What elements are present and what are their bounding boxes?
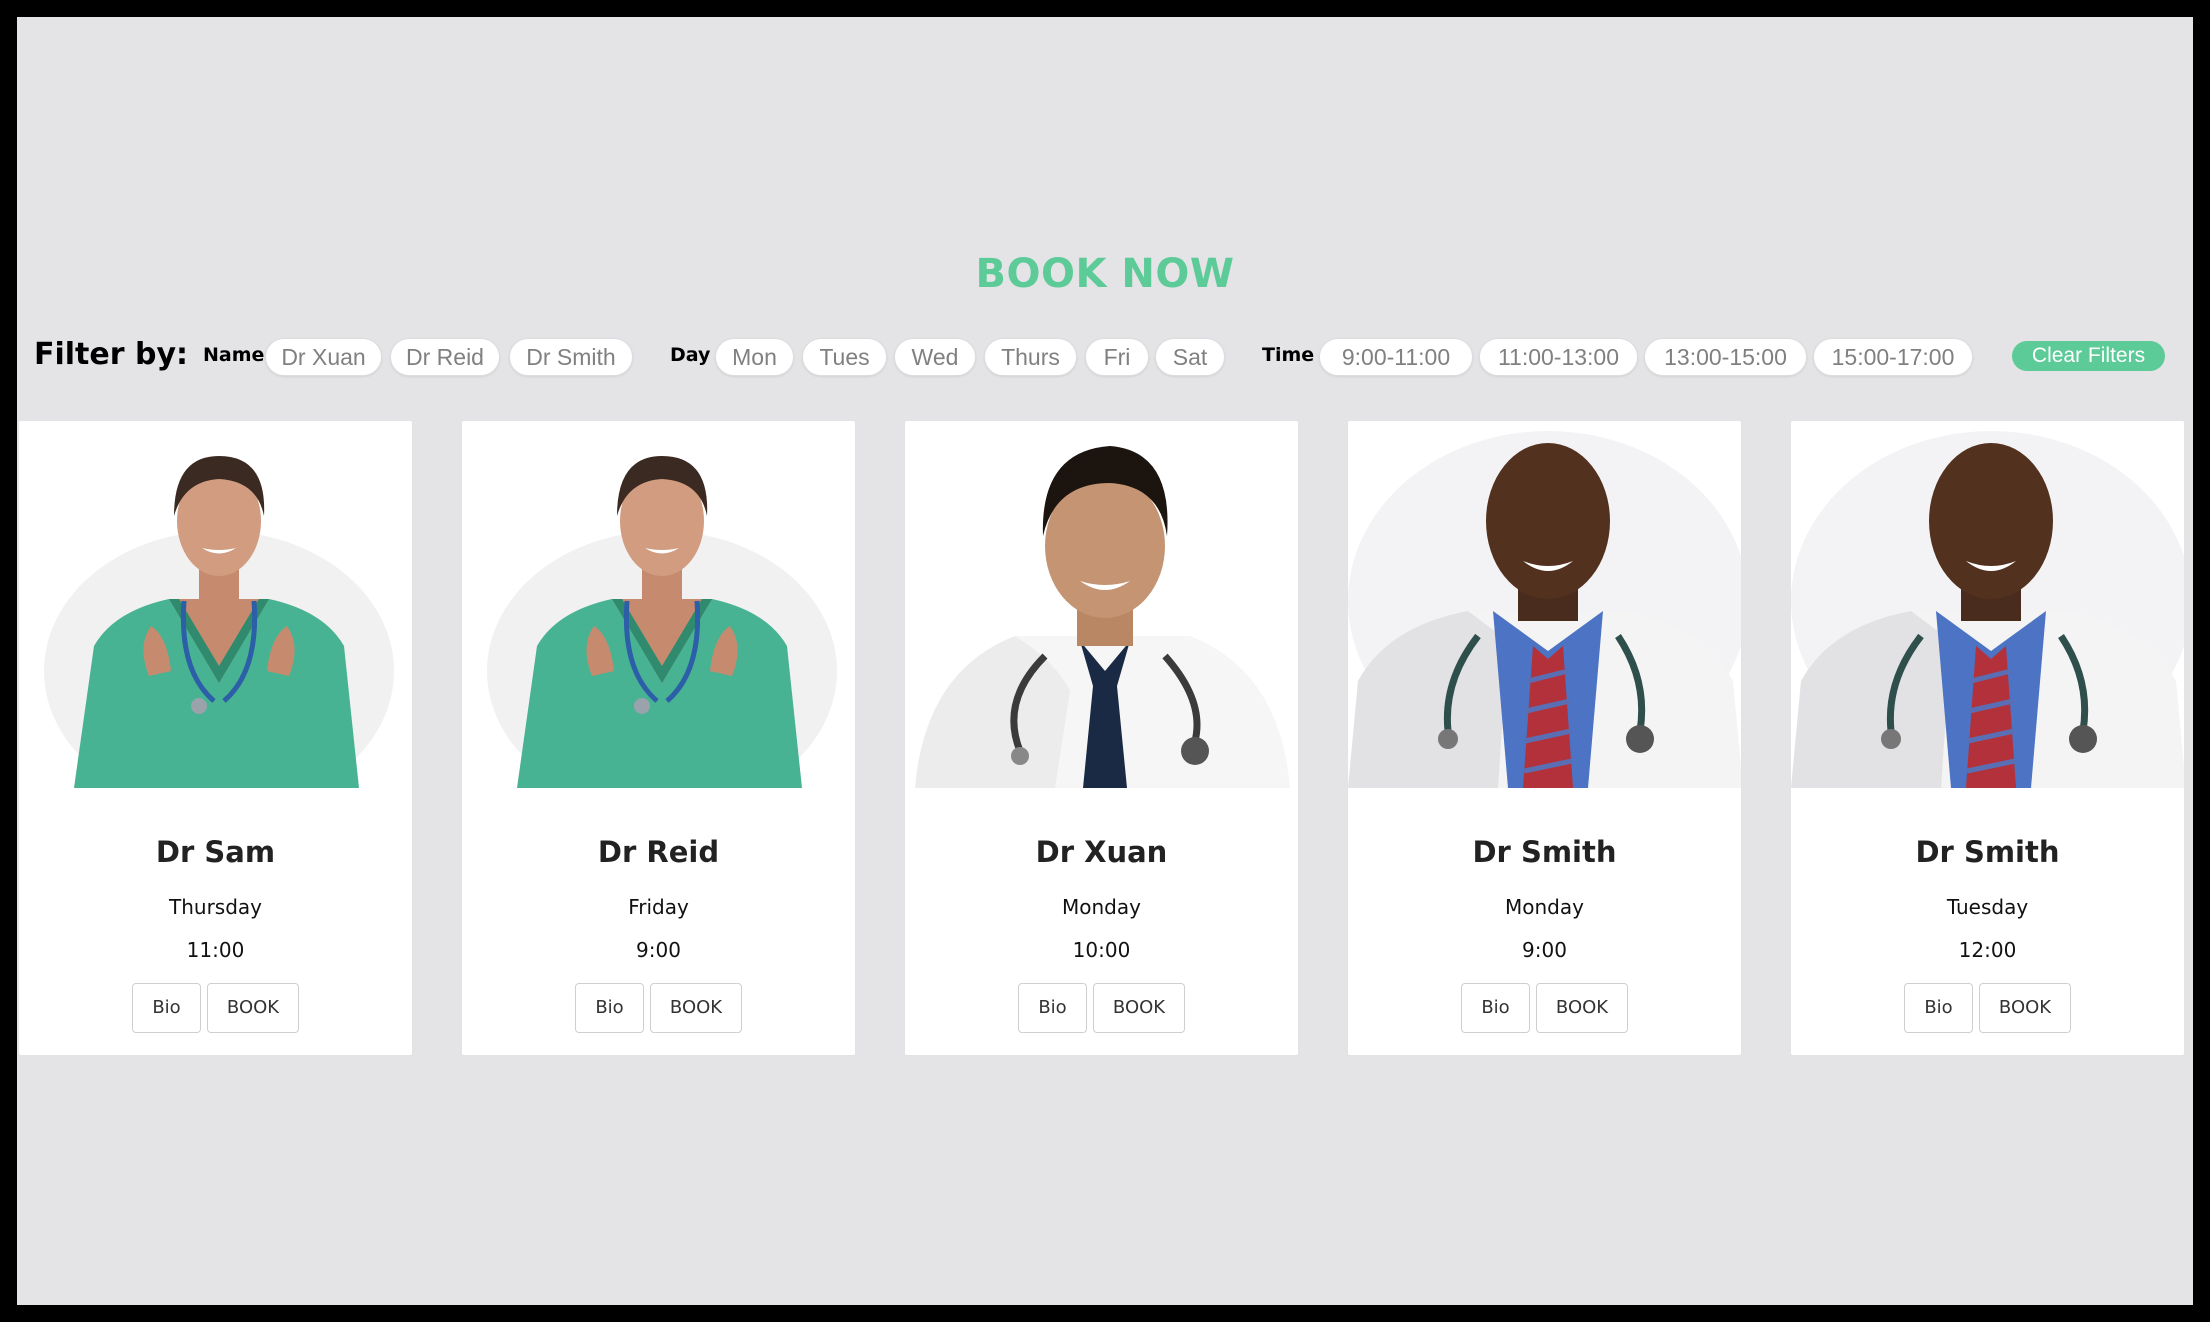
filter-chip-time-15-17[interactable]: 15:00-17:00 — [1813, 338, 1973, 376]
doctor-photo — [19, 421, 412, 788]
bio-button[interactable]: Bio — [132, 983, 201, 1033]
book-button[interactable]: BOOK — [1979, 983, 2071, 1033]
doctor-name: Dr Smith — [1472, 835, 1617, 869]
filter-chip-time-13-15[interactable]: 13:00-15:00 — [1644, 338, 1807, 376]
bio-button[interactable]: Bio — [1461, 983, 1530, 1033]
card-actions: Bio BOOK — [1791, 983, 2184, 1033]
doctor-photo — [462, 421, 855, 788]
filter-chip-time-11-13[interactable]: 11:00-13:00 — [1479, 338, 1638, 376]
book-button[interactable]: BOOK — [1536, 983, 1628, 1033]
filter-chip-day-mon[interactable]: Mon — [715, 338, 794, 376]
filter-chip-day-wed[interactable]: Wed — [894, 338, 976, 376]
doctor-time: 10:00 — [1072, 938, 1131, 962]
doctor-photo — [905, 421, 1298, 788]
doctor-day: Thursday — [169, 895, 262, 919]
doctor-card: Dr Reid Friday 9:00 Bio BOOK — [461, 420, 856, 1056]
filter-chip-name-dr-xuan[interactable]: Dr Xuan — [265, 338, 382, 376]
doctor-day: Monday — [1505, 895, 1584, 919]
filter-chip-day-thurs[interactable]: Thurs — [984, 338, 1077, 376]
filter-chip-name-dr-smith[interactable]: Dr Smith — [509, 338, 633, 376]
doctor-time: 9:00 — [1522, 938, 1567, 962]
clear-filters-button[interactable]: Clear Filters — [2012, 341, 2165, 371]
doctor-time: 9:00 — [636, 938, 681, 962]
doctor-name: Dr Sam — [155, 835, 276, 869]
doctor-time: 12:00 — [1958, 938, 2017, 962]
card-actions: Bio BOOK — [905, 983, 1298, 1033]
filter-bar: Filter by: Name Dr Xuan Dr Reid Dr Smith… — [17, 333, 2193, 381]
doctor-time: 11:00 — [186, 938, 245, 962]
filter-day-label: Day — [670, 344, 711, 366]
filter-chip-time-9-11[interactable]: 9:00-11:00 — [1319, 338, 1473, 376]
bio-button[interactable]: Bio — [575, 983, 644, 1033]
doctor-day: Monday — [1062, 895, 1141, 919]
doctor-photo — [1348, 421, 1741, 788]
filter-chip-day-fri[interactable]: Fri — [1085, 338, 1149, 376]
doctor-photo — [1791, 421, 2184, 788]
doctor-card: Dr Smith Tuesday 12:00 Bio BOOK — [1790, 420, 2185, 1056]
page-frame: BOOK NOW Filter by: Name Dr Xuan Dr Reid… — [17, 17, 2193, 1305]
bio-button[interactable]: Bio — [1018, 983, 1087, 1033]
doctor-card: Dr Xuan Monday 10:00 Bio BOOK — [904, 420, 1299, 1056]
filter-chip-day-tues[interactable]: Tues — [802, 338, 887, 376]
doctor-day: Tuesday — [1946, 895, 2029, 919]
filter-heading: Filter by: — [34, 337, 189, 372]
doctor-name: Dr Reid — [597, 835, 720, 869]
filter-name-label: Name — [203, 344, 265, 366]
doctor-card: Dr Smith Monday 9:00 Bio BOOK — [1347, 420, 1742, 1056]
card-actions: Bio BOOK — [462, 983, 855, 1033]
card-actions: Bio BOOK — [1348, 983, 1741, 1033]
doctor-name: Dr Smith — [1915, 835, 2060, 869]
doctor-card: Dr Sam Thursday 11:00 Bio BOOK — [18, 420, 413, 1056]
filter-chip-day-sat[interactable]: Sat — [1155, 338, 1225, 376]
filter-chip-name-dr-reid[interactable]: Dr Reid — [390, 338, 500, 376]
bio-button[interactable]: Bio — [1904, 983, 1973, 1033]
doctor-name: Dr Xuan — [1035, 835, 1168, 869]
doctor-day: Friday — [628, 895, 689, 919]
card-actions: Bio BOOK — [19, 983, 412, 1033]
book-button[interactable]: BOOK — [1093, 983, 1185, 1033]
page-title: BOOK NOW — [975, 251, 1235, 297]
book-button[interactable]: BOOK — [207, 983, 299, 1033]
filter-time-label: Time — [1262, 344, 1315, 366]
book-button[interactable]: BOOK — [650, 983, 742, 1033]
